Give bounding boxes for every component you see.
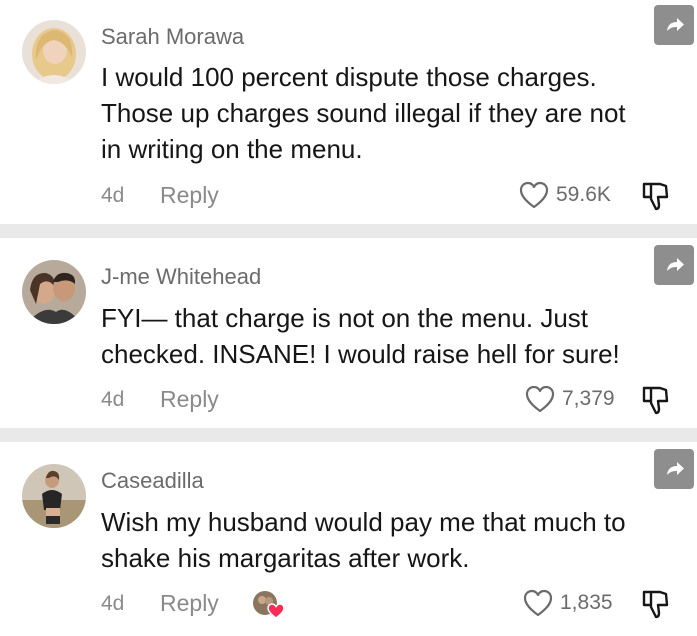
comment-username[interactable]: Sarah Morawa bbox=[101, 24, 244, 50]
heart-icon bbox=[519, 181, 549, 209]
user-avatar[interactable] bbox=[22, 260, 86, 324]
thumbs-down-icon bbox=[642, 590, 669, 619]
comment-body: Wish my husband would pay me that much t… bbox=[101, 504, 686, 576]
share-button[interactable] bbox=[654, 5, 694, 45]
comment-body: I would 100 percent dispute those charge… bbox=[101, 59, 686, 167]
comment-line: FYI— that charge is not on the menu. Jus… bbox=[101, 303, 589, 333]
like-count: 59.6K bbox=[556, 183, 611, 206]
comment-line: shake his margaritas after work. bbox=[101, 543, 470, 573]
like-count: 1,835 bbox=[560, 591, 613, 614]
share-arrow-icon bbox=[667, 18, 684, 31]
heart-icon bbox=[525, 385, 555, 413]
heart-icon bbox=[523, 589, 553, 617]
user-avatar[interactable] bbox=[22, 20, 86, 84]
share-button[interactable] bbox=[654, 245, 694, 285]
share-button[interactable] bbox=[654, 449, 694, 489]
comment-time: 4d bbox=[101, 592, 125, 615]
comment-line: in writing on the menu. bbox=[101, 134, 363, 164]
thumbs-down-icon bbox=[642, 386, 669, 415]
share-arrow-icon bbox=[667, 258, 684, 271]
comment-card: Caseadilla Wish my husband would pay me … bbox=[0, 442, 697, 636]
like-button[interactable]: 1,835 bbox=[522, 588, 613, 618]
reply-button[interactable]: Reply bbox=[160, 182, 219, 209]
dislike-button[interactable] bbox=[640, 588, 670, 620]
dislike-button[interactable] bbox=[640, 384, 670, 416]
comment-time: 4d bbox=[101, 388, 125, 411]
comment-card: Sarah Morawa I would 100 percent dispute… bbox=[0, 0, 697, 224]
comment-username[interactable]: J-me Whitehead bbox=[101, 264, 261, 290]
like-button[interactable]: 59.6K bbox=[518, 180, 611, 210]
like-count: 7,379 bbox=[562, 387, 615, 410]
like-button[interactable]: 7,379 bbox=[524, 384, 615, 414]
creator-liked-heart-icon bbox=[253, 591, 285, 619]
reply-button[interactable]: Reply bbox=[160, 590, 219, 617]
dislike-button[interactable] bbox=[640, 180, 670, 212]
comment-line: Wish my husband would pay me that much t… bbox=[101, 507, 626, 537]
comment-line: Those up charges sound illegal if they a… bbox=[101, 98, 626, 128]
comments-feed: Sarah Morawa I would 100 percent dispute… bbox=[0, 0, 697, 636]
comment-line: checked. INSANE! I would raise hell for … bbox=[101, 339, 620, 369]
share-arrow-icon bbox=[667, 462, 684, 475]
thumbs-down-icon bbox=[642, 182, 669, 211]
comment-card: J-me Whitehead FYI— that charge is not o… bbox=[0, 238, 697, 428]
reply-button[interactable]: Reply bbox=[160, 386, 219, 413]
comment-time: 4d bbox=[101, 184, 125, 207]
comment-username[interactable]: Caseadilla bbox=[101, 468, 204, 494]
comment-line: I would 100 percent dispute those charge… bbox=[101, 62, 597, 92]
comment-body: FYI— that charge is not on the menu. Jus… bbox=[101, 300, 686, 372]
creator-liked-badge bbox=[250, 588, 286, 620]
user-avatar[interactable] bbox=[22, 464, 86, 528]
